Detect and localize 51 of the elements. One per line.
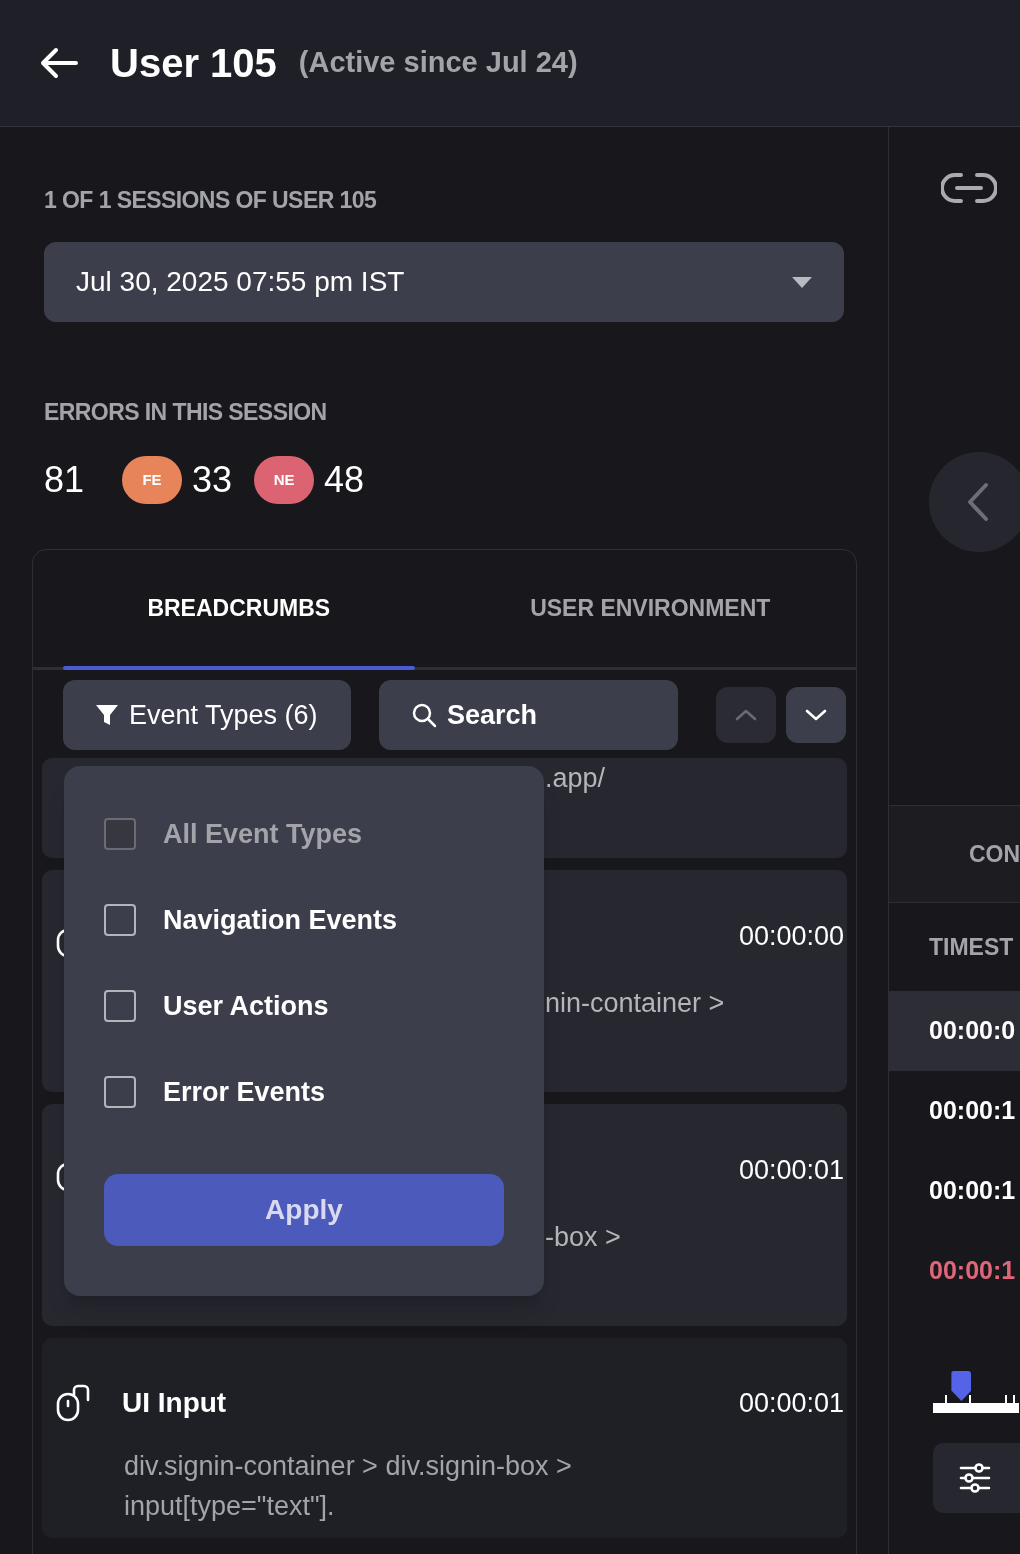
timeline-track[interactable] [933, 1371, 1019, 1413]
event-card[interactable]: UI Input 00:00:01 div.signin-container > div.signin-box > input[type="text"]. [42, 1338, 847, 1538]
filter-option[interactable]: User Actions [104, 963, 504, 1049]
error-total: 81 [44, 458, 85, 502]
event-title: UI Input [122, 1386, 228, 1420]
event-time: 00:00:01 [738, 1386, 844, 1420]
panel-tab[interactable]: CON [969, 836, 1020, 872]
back-arrow-icon[interactable] [38, 46, 80, 80]
event-types-button[interactable]: Event Types (6) [63, 680, 351, 750]
event-path: nin-container > [545, 987, 725, 1020]
next-button[interactable] [786, 687, 846, 743]
checkbox[interactable] [104, 990, 136, 1022]
page-subtitle: (Active since Jul 24) [298, 45, 578, 81]
filter-option[interactable]: Error Events [104, 1049, 504, 1135]
error-type-badge: NE [254, 456, 315, 504]
search-icon [411, 702, 437, 728]
settings-button[interactable] [933, 1443, 1020, 1513]
page-title: User 105 [110, 40, 277, 87]
chevron-left-icon [967, 482, 989, 522]
apply-button[interactable]: Apply [104, 1174, 504, 1246]
search-field[interactable]: Search [379, 680, 678, 750]
tab[interactable]: USER ENVIRONMENT [444, 550, 856, 667]
caret-icon [792, 276, 812, 288]
mouse-icon [54, 1384, 92, 1422]
search-input[interactable]: Search [447, 694, 647, 736]
errors-label: ERRORS IN THIS SESSION [44, 398, 328, 423]
timestamp-row[interactable]: 00:00:1 [889, 1151, 1020, 1231]
timestamp-row[interactable]: 00:00:0 [889, 991, 1020, 1071]
checkbox[interactable] [104, 1076, 136, 1108]
filter-icon [95, 703, 119, 727]
event-time: 00:00:00 [738, 921, 844, 951]
error-count: 48 [324, 458, 365, 502]
checkbox[interactable] [104, 904, 136, 936]
column-header: TIMEST [929, 932, 1014, 962]
chevron-up-icon [735, 709, 757, 721]
chevron-down-icon [805, 709, 827, 721]
timestamp-row[interactable]: 00:00:1 [889, 1231, 1020, 1311]
filter-option[interactable]: Navigation Events [104, 877, 504, 963]
timeline-playhead[interactable] [951, 1371, 972, 1401]
event-path: -box > [545, 1221, 621, 1254]
event-time: 00:00:01 [738, 1155, 844, 1185]
error-count: 33 [192, 458, 233, 502]
sessions-label: 1 OF 1 SESSIONS OF USER 105 [44, 186, 378, 211]
session-dropdown[interactable]: Jul 30, 2025 07:55 pm IST [44, 242, 844, 322]
tab[interactable]: BREADCRUMBS [33, 550, 445, 667]
event-path: .app/ [545, 762, 606, 795]
sliders-icon [959, 1462, 991, 1494]
timestamp-row[interactable]: 00:00:1 [889, 1071, 1020, 1151]
error-type-badge: FE [122, 456, 183, 504]
event-path: div.signin-container > div.signin-box > input[type="text"]. [124, 1450, 573, 1523]
link-icon[interactable] [941, 171, 997, 205]
